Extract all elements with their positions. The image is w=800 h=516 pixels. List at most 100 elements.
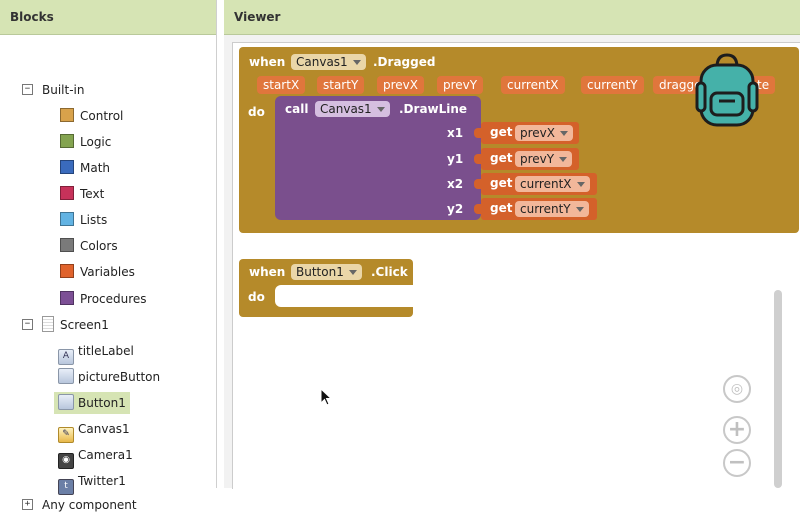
- expand-icon[interactable]: +: [22, 499, 33, 510]
- blocks-panel-title: Blocks: [0, 0, 216, 35]
- variable-dropdown[interactable]: prevX: [515, 125, 573, 141]
- vertical-scrollbar[interactable]: [774, 290, 782, 488]
- collapse-icon[interactable]: −: [22, 84, 33, 95]
- arg-label-y2: y2: [447, 202, 464, 216]
- event-name: .Dragged: [373, 55, 436, 69]
- button-icon: [58, 394, 74, 410]
- camera-icon: ◉: [58, 453, 74, 469]
- get-currenty-block[interactable]: get currentY: [474, 198, 597, 220]
- logic-color-icon: [60, 134, 74, 148]
- tree-node-label: Screen1: [60, 318, 109, 332]
- drawline-call-block[interactable]: call Canvas1 .DrawLine x1 y1 x2 y2: [275, 96, 481, 220]
- get-keyword: get: [490, 176, 513, 190]
- drawer-logic[interactable]: Logic: [60, 131, 111, 153]
- socket-connector: [474, 154, 482, 164]
- drawer-colors[interactable]: Colors: [60, 235, 118, 257]
- colors-color-icon: [60, 238, 74, 252]
- component-picturebutton[interactable]: pictureButton: [58, 366, 160, 388]
- param-starty[interactable]: startY: [317, 76, 365, 94]
- component-label: Twitter1: [78, 474, 126, 488]
- zoom-in-icon[interactable]: +: [723, 416, 751, 444]
- call-keyword: call: [285, 102, 309, 116]
- component-label: titleLabel: [78, 344, 134, 358]
- screen-icon: [42, 316, 54, 332]
- event-name: .Click: [371, 265, 408, 279]
- param-prevy[interactable]: prevY: [437, 76, 484, 94]
- button-click-event-block[interactable]: when Button1 .Click do: [239, 259, 413, 317]
- component-dropdown[interactable]: Button1: [291, 264, 362, 280]
- component-titlelabel[interactable]: AtitleLabel: [58, 340, 134, 365]
- canvas-icon: ✎: [58, 427, 74, 443]
- component-label: Camera1: [78, 448, 133, 462]
- tree-node-screen1[interactable]: − Screen1: [22, 314, 109, 336]
- drawer-text[interactable]: Text: [60, 183, 104, 205]
- drawer-procedures[interactable]: Procedures: [60, 288, 147, 310]
- recenter-icon[interactable]: ◎: [723, 375, 751, 403]
- drawer-label: Colors: [80, 239, 118, 253]
- get-prevy-block[interactable]: get prevY: [474, 148, 579, 170]
- get-keyword: get: [490, 151, 513, 165]
- component-dropdown[interactable]: Canvas1: [315, 101, 390, 117]
- component-canvas1[interactable]: ✎ Canvas1: [58, 418, 130, 443]
- component-label: pictureButton: [78, 370, 161, 384]
- param-currenty[interactable]: currentY: [581, 76, 644, 94]
- param-prevx[interactable]: prevX: [377, 76, 424, 94]
- label-icon: A: [58, 349, 74, 365]
- param-startx[interactable]: startX: [257, 76, 306, 94]
- get-prevx-block[interactable]: get prevX: [474, 122, 579, 144]
- mouse-cursor-icon: [320, 388, 333, 406]
- viewer-panel-title: Viewer: [224, 0, 800, 35]
- blocks-workspace[interactable]: when Canvas1 .Dragged startX startY prev…: [232, 42, 800, 489]
- variable-dropdown[interactable]: currentY: [515, 201, 589, 217]
- variable-dropdown[interactable]: currentX: [515, 176, 590, 192]
- twitter-icon: t: [58, 479, 74, 495]
- drawer-math[interactable]: Math: [60, 157, 110, 179]
- component-label: Canvas1: [78, 422, 130, 436]
- drawer-label: Logic: [80, 135, 112, 149]
- empty-do-slot[interactable]: [275, 285, 413, 307]
- variables-color-icon: [60, 264, 74, 278]
- do-keyword: do: [248, 290, 265, 304]
- component-twitter1[interactable]: t Twitter1: [58, 470, 126, 495]
- arg-label-x2: x2: [447, 177, 464, 191]
- tree-node-label: Any component: [42, 498, 137, 512]
- tree-node-label: Built-in: [42, 83, 85, 97]
- drawer-lists[interactable]: Lists: [60, 209, 107, 231]
- drawer-label: Text: [80, 187, 105, 201]
- component-dropdown[interactable]: Canvas1: [291, 54, 366, 70]
- drawer-control[interactable]: Control: [60, 105, 123, 127]
- collapse-icon[interactable]: −: [22, 319, 33, 330]
- socket-connector: [474, 204, 482, 214]
- procedures-color-icon: [60, 291, 74, 305]
- do-keyword: do: [248, 105, 265, 119]
- arg-label-x1: x1: [447, 126, 464, 140]
- get-currentx-block[interactable]: get currentX: [474, 173, 597, 195]
- variable-dropdown[interactable]: prevY: [515, 151, 573, 167]
- blocks-panel: Blocks − Built-in Control Logic Math Tex…: [0, 0, 217, 512]
- method-name: .DrawLine: [399, 102, 468, 116]
- drawer-variables[interactable]: Variables: [60, 261, 135, 283]
- drawer-label: Procedures: [80, 292, 147, 306]
- get-keyword: get: [490, 201, 513, 215]
- socket-connector: [474, 179, 482, 189]
- when-keyword: when: [249, 265, 286, 279]
- button-icon: [58, 368, 74, 384]
- socket-connector: [474, 128, 482, 138]
- drawer-label: Variables: [80, 265, 135, 279]
- text-color-icon: [60, 186, 74, 200]
- control-color-icon: [60, 108, 74, 122]
- drawer-label: Control: [80, 109, 124, 123]
- param-currentx[interactable]: currentX: [501, 76, 565, 94]
- component-camera1[interactable]: ◉ Camera1: [58, 444, 133, 469]
- zoom-out-icon[interactable]: −: [723, 449, 751, 477]
- drawer-label: Lists: [80, 213, 108, 227]
- arg-label-y1: y1: [447, 152, 464, 166]
- tree-node-built-in[interactable]: − Built-in: [22, 79, 85, 101]
- component-label: Button1: [78, 396, 126, 410]
- tree-node-any-component[interactable]: + Any component: [22, 494, 137, 516]
- math-color-icon: [60, 160, 74, 174]
- backpack-icon[interactable]: [695, 53, 759, 129]
- lists-color-icon: [60, 212, 74, 226]
- component-button1[interactable]: Button1: [54, 392, 130, 414]
- get-keyword: get: [490, 125, 513, 139]
